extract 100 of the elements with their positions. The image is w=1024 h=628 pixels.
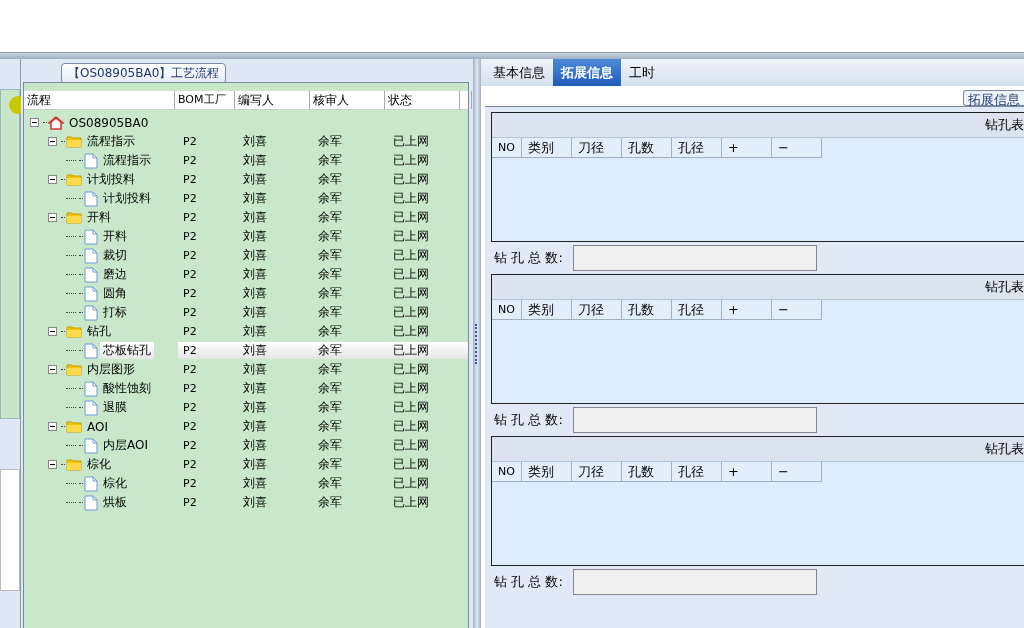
folder-icon (66, 363, 82, 376)
table-cell-text: 刘喜 (242, 399, 268, 416)
column-header[interactable]: 孔径 (672, 462, 722, 482)
table-cell-text: 刘喜 (242, 494, 268, 511)
column-header[interactable]: 孔数 (622, 462, 672, 482)
column-header[interactable]: 编写人 (235, 91, 310, 109)
column-header[interactable]: BOM工厂 (175, 91, 235, 109)
column-header[interactable]: 孔数 (622, 300, 672, 320)
tree-node[interactable]: 裁切 (100, 247, 130, 264)
tree-node[interactable]: 流程指示 (100, 152, 154, 169)
input-field[interactable] (572, 569, 817, 595)
document-icon (84, 380, 98, 397)
collapse-icon[interactable] (48, 422, 57, 431)
table-cell-text: P2 (182, 173, 198, 186)
table-cell-text: P2 (182, 458, 198, 471)
table-cell-text: 刘喜 (242, 361, 268, 378)
column-header[interactable]: 类别 (522, 300, 572, 320)
scrollbar[interactable] (0, 469, 20, 591)
column-header[interactable]: − (772, 300, 822, 320)
collapse-icon[interactable] (48, 137, 57, 146)
table-cell-text: P2 (182, 306, 198, 319)
tree-node[interactable]: 退膜 (100, 399, 130, 416)
column-header[interactable]: + (722, 300, 772, 320)
collapse-icon[interactable] (48, 460, 57, 469)
column-header[interactable]: 刀径 (572, 138, 622, 158)
input-field[interactable] (572, 407, 817, 433)
tree-node[interactable]: 芯板钻孔 (100, 342, 154, 359)
column-header[interactable]: 类别 (522, 462, 572, 482)
tree-node[interactable]: 开料 (84, 209, 114, 226)
collapse-icon[interactable] (48, 175, 57, 184)
tree-node[interactable]: 计划投料 (100, 190, 154, 207)
table-cell-text: 刘喜 (242, 190, 268, 207)
folder-icon (66, 420, 82, 433)
tree-node[interactable]: 开料 (100, 228, 130, 245)
table-cell-text: 余军 (317, 342, 343, 359)
table-cell-text: P2 (182, 325, 198, 338)
tree-node[interactable]: 烘板 (100, 494, 130, 511)
tree-node[interactable]: 磨边 (100, 266, 130, 283)
column-header[interactable]: 孔数 (622, 138, 672, 158)
column-header[interactable]: NO (492, 300, 522, 320)
collapse-icon[interactable] (48, 327, 57, 336)
table-cell-text: 刘喜 (242, 285, 268, 302)
table-cell-text: 已上网 (392, 418, 430, 435)
table-cell-text: P2 (182, 477, 198, 490)
column-header[interactable]: + (722, 462, 772, 482)
column-header[interactable]: 核审人 (310, 91, 385, 109)
collapse-icon[interactable] (48, 213, 57, 222)
tab[interactable]: 拓展信息 (553, 59, 621, 86)
table-cell-text: P2 (182, 135, 198, 148)
table-cell-text: 刘喜 (242, 456, 268, 473)
tab[interactable]: 基本信息 (485, 59, 553, 86)
table-cell-text: 余军 (317, 247, 343, 264)
column-header[interactable]: − (772, 462, 822, 482)
document-icon (84, 494, 98, 511)
panel-title: 【OS08905BA0】工艺流程 (61, 63, 227, 84)
tree-node[interactable]: 流程指示 (84, 133, 138, 150)
column-header[interactable]: NO (492, 138, 522, 158)
tree-node[interactable]: 圆角 (100, 285, 130, 302)
table-cell-text: 已上网 (392, 380, 430, 397)
collapse-icon[interactable] (48, 365, 57, 374)
column-header[interactable]: 孔径 (672, 138, 722, 158)
column-header[interactable]: − (772, 138, 822, 158)
home-icon (48, 115, 64, 130)
table-cell-text: 已上网 (392, 399, 430, 416)
column-header[interactable]: 类别 (522, 138, 572, 158)
tree-node[interactable]: 酸性蚀刻 (100, 380, 154, 397)
column-header[interactable]: 流程 (24, 91, 175, 109)
tree-node[interactable]: OS08905BA0 (66, 115, 152, 130)
tree-node[interactable]: 计划投料 (84, 171, 138, 188)
table-cell-text: 已上网 (392, 437, 430, 454)
tree-node[interactable]: 棕化 (84, 456, 114, 473)
table-cell-text: 刘喜 (242, 342, 268, 359)
collapse-icon[interactable] (30, 118, 39, 127)
table-cell-text: 已上网 (392, 361, 430, 378)
column-header[interactable]: 刀径 (572, 462, 622, 482)
table-cell-text: 已上网 (392, 152, 430, 169)
field-label: 钻 孔 总 数: (494, 411, 563, 429)
column-header[interactable]: 孔径 (672, 300, 722, 320)
tree-node[interactable]: AOI (84, 419, 111, 434)
column-header[interactable]: 刀径 (572, 300, 622, 320)
table-cell-text: 刘喜 (242, 209, 268, 226)
tab[interactable]: 工时 (621, 59, 663, 86)
table-cell-text: P2 (182, 420, 198, 433)
tree-node[interactable]: 内层图形 (84, 361, 138, 378)
column-header[interactable]: NO (492, 462, 522, 482)
splitter-handle[interactable] (473, 59, 481, 628)
table-cell-text: P2 (182, 401, 198, 414)
tree-node[interactable]: 内层AOI (100, 437, 151, 454)
tree-node[interactable]: 打标 (100, 304, 130, 321)
column-header[interactable]: 状态 (385, 91, 460, 109)
table-cell-text: 余军 (317, 228, 343, 245)
input-field[interactable] (572, 245, 817, 271)
table-cell-text: 余军 (317, 475, 343, 492)
folder-icon (66, 458, 82, 471)
column-header[interactable]: + (722, 138, 772, 158)
table-cell-text: 余军 (317, 494, 343, 511)
table-cell-text: 余军 (317, 323, 343, 340)
tree-node[interactable]: 钻孔 (84, 323, 114, 340)
table-cell-text: 刘喜 (242, 323, 268, 340)
tree-node[interactable]: 棕化 (100, 475, 130, 492)
